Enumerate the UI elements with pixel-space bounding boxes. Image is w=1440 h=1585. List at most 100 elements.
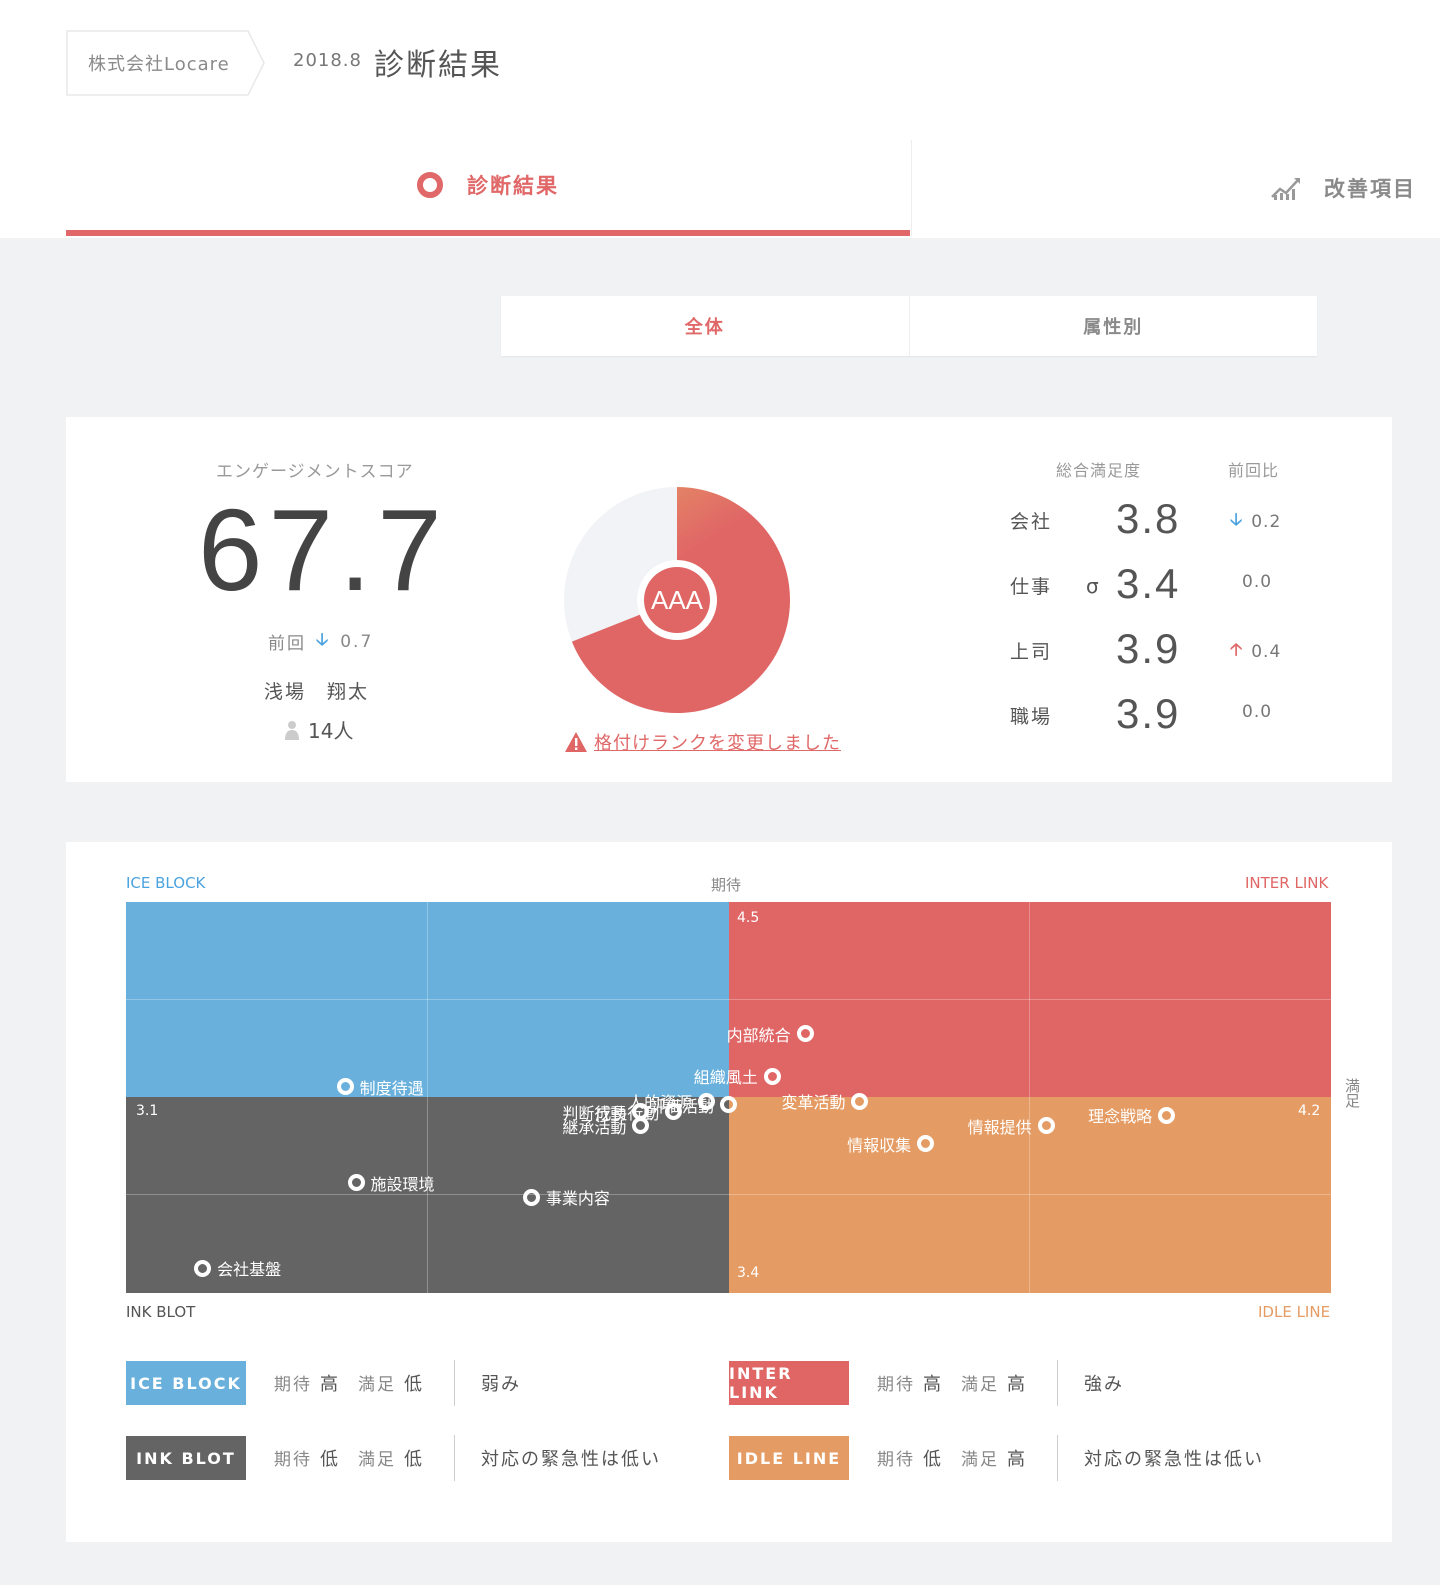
rank-donut-svg: AAA: [564, 487, 791, 713]
company-breadcrumb[interactable]: 株式会社Locare: [66, 30, 266, 96]
segment-attribute-button[interactable]: 属性別: [908, 296, 1318, 356]
legend-sat-level: 高: [1007, 1374, 1027, 1395]
person-icon: [285, 720, 299, 740]
scatter-marker: [194, 1259, 212, 1277]
legend-sat-level: 高: [1007, 1449, 1027, 1470]
legend-sat-label: 満足: [358, 1450, 396, 1470]
tick-label-top: 4.5: [737, 910, 760, 926]
sat-diff: 0.0: [1242, 572, 1272, 592]
scatter-label: 変革活動: [781, 1093, 846, 1113]
sat-diff-value: 0.0: [1242, 572, 1273, 592]
scatter-label: 理念戦略: [1088, 1107, 1153, 1127]
scatter-marker: [796, 1025, 814, 1043]
sat-diff: 0.0: [1242, 702, 1272, 722]
scatter-point[interactable]: 事業内容: [522, 1185, 610, 1209]
header: 株式会社Locare 2018.8 診断結果 診断結果 改善項目: [0, 0, 1440, 238]
scatter-point[interactable]: 情報提供: [968, 1114, 1055, 1138]
scatter-marker: [763, 1067, 781, 1085]
legend-exp-label: 期待: [274, 1375, 312, 1395]
satisfaction-row-work: 仕事 σ 3.4 0.0: [1010, 560, 1310, 612]
arrow-down-icon: 🡣: [1230, 510, 1244, 530]
legend-divider: [454, 1360, 455, 1406]
legend-description: 弱み: [481, 1374, 521, 1395]
scatter-point[interactable]: 制度待遇: [336, 1075, 424, 1099]
sat-value: 3.8: [1116, 495, 1181, 542]
tab-diagnosis[interactable]: 診断結果: [66, 140, 910, 236]
scatter-marker: [1037, 1117, 1055, 1135]
member-count-row: 14人: [284, 715, 353, 744]
previous-diff: 0.7: [340, 631, 374, 652]
legend-sat-level: 低: [404, 1449, 424, 1470]
legend-sat-label: 満足: [961, 1450, 999, 1470]
prev-compare-header: 前回比: [1228, 461, 1280, 480]
scatter-label: 施設環境: [370, 1174, 435, 1194]
sat-value: 3.4: [1116, 560, 1181, 607]
tick-label-left: 3.1: [136, 1103, 159, 1119]
satisfaction-row-boss: 上司 3.9 🡡 0.4: [1010, 625, 1310, 677]
scatter-marker: [1158, 1106, 1176, 1124]
idle-line-corner-label: IDLE LINE: [1258, 1303, 1331, 1321]
scatter-point[interactable]: 継承活動: [562, 1114, 650, 1138]
warning-icon: [565, 732, 587, 752]
legend-description: 対応の緊急性は低い: [1084, 1449, 1264, 1470]
legend-exp-label: 期待: [877, 1375, 915, 1395]
gridline: [427, 902, 428, 1293]
scatter-label: 事業内容: [545, 1189, 610, 1209]
scatter-point[interactable]: 情報収集: [847, 1132, 935, 1156]
previous-score-row: 前回 🡣 0.7: [268, 627, 373, 656]
legend-exp-label: 期待: [274, 1450, 312, 1470]
engagement-score-value: 67.7: [198, 485, 448, 615]
sat-label: 会社: [1010, 511, 1053, 533]
rank-text: AAA: [651, 585, 704, 615]
scatter-point[interactable]: 会社基盤: [194, 1256, 281, 1280]
legend-exp-level: 低: [320, 1449, 340, 1470]
sat-diff-value: 0.2: [1251, 511, 1282, 532]
scatter-label: 制度待遇: [359, 1078, 424, 1098]
summary-card: エンゲージメントスコア 67.7 前回 🡣 0.7 浅場 翔太 14人 AAA …: [66, 417, 1392, 782]
manager-name: 浅場 翔太: [264, 681, 370, 703]
legend-ink-blot: INK BLOT 期待低満足低 対応の緊急性は低い: [126, 1435, 661, 1481]
legend-exp-label: 期待: [877, 1450, 915, 1470]
legend-inter-link: INTER LINK 期待高満足高 強み: [729, 1360, 1124, 1406]
sat-label: 上司: [1010, 641, 1053, 663]
segment-all-button[interactable]: 全体: [501, 296, 909, 356]
legend-exp-level: 高: [923, 1374, 943, 1395]
sat-diff-value: 0.0: [1242, 702, 1273, 722]
arrow-down-icon: 🡣: [316, 630, 331, 650]
tick-label-bottom: 3.4: [737, 1265, 760, 1281]
previous-label: 前回: [268, 634, 306, 654]
sat-diff: 🡡 0.4: [1230, 637, 1281, 666]
sat-value: 3.9: [1116, 625, 1181, 672]
legend-ice-block: ICE BLOCK 期待高満足低 弱み: [126, 1360, 521, 1406]
tab-improvement[interactable]: 改善項目: [911, 140, 1416, 236]
legend-divider: [1057, 1435, 1058, 1481]
sat-diff-value: 0.4: [1251, 641, 1282, 662]
scatter-label: 内部統合: [726, 1025, 791, 1045]
rank-change-notice[interactable]: 格付けランクを変更しました: [564, 729, 841, 755]
quadrant-matrix-card: ICE BLOCK 期待 INTER LINK INK BLOT IDLE LI…: [66, 842, 1392, 1542]
scatter-point[interactable]: 変革活動: [781, 1089, 869, 1113]
legend-sat-level: 低: [404, 1374, 424, 1395]
scatter-marker: [720, 1096, 737, 1114]
legend-exp-level: 低: [923, 1449, 943, 1470]
scatter-point[interactable]: 内部統合: [727, 1022, 814, 1046]
scatter-label: 会社基盤: [217, 1260, 282, 1280]
scatter-marker: [632, 1117, 650, 1135]
expectation-axis-label: 期待: [711, 876, 742, 894]
legend-description: 対応の緊急性は低い: [481, 1449, 661, 1470]
legend-divider: [454, 1435, 455, 1481]
engagement-score-label: エンゲージメントスコア: [216, 462, 414, 482]
scope-segment-control: 全体 属性別: [501, 296, 1317, 356]
gridline: [1029, 902, 1030, 1293]
scatter-point[interactable]: 施設環境: [347, 1171, 435, 1195]
scatter-point[interactable]: 組織風土: [694, 1064, 781, 1088]
tab-diagnosis-label: 診断結果: [467, 174, 559, 198]
scatter-marker: [336, 1078, 354, 1096]
scatter-label: 継承活動: [562, 1117, 627, 1137]
scatter-marker: [347, 1174, 365, 1192]
satisfaction-axis-label: 満足: [1343, 1078, 1361, 1108]
rank-change-link[interactable]: 格付けランクを変更しました: [594, 729, 841, 755]
sat-label: 職場: [1010, 706, 1053, 728]
legend-badge: INTER LINK: [729, 1361, 849, 1405]
scatter-point[interactable]: 理念戦略: [1088, 1103, 1176, 1127]
